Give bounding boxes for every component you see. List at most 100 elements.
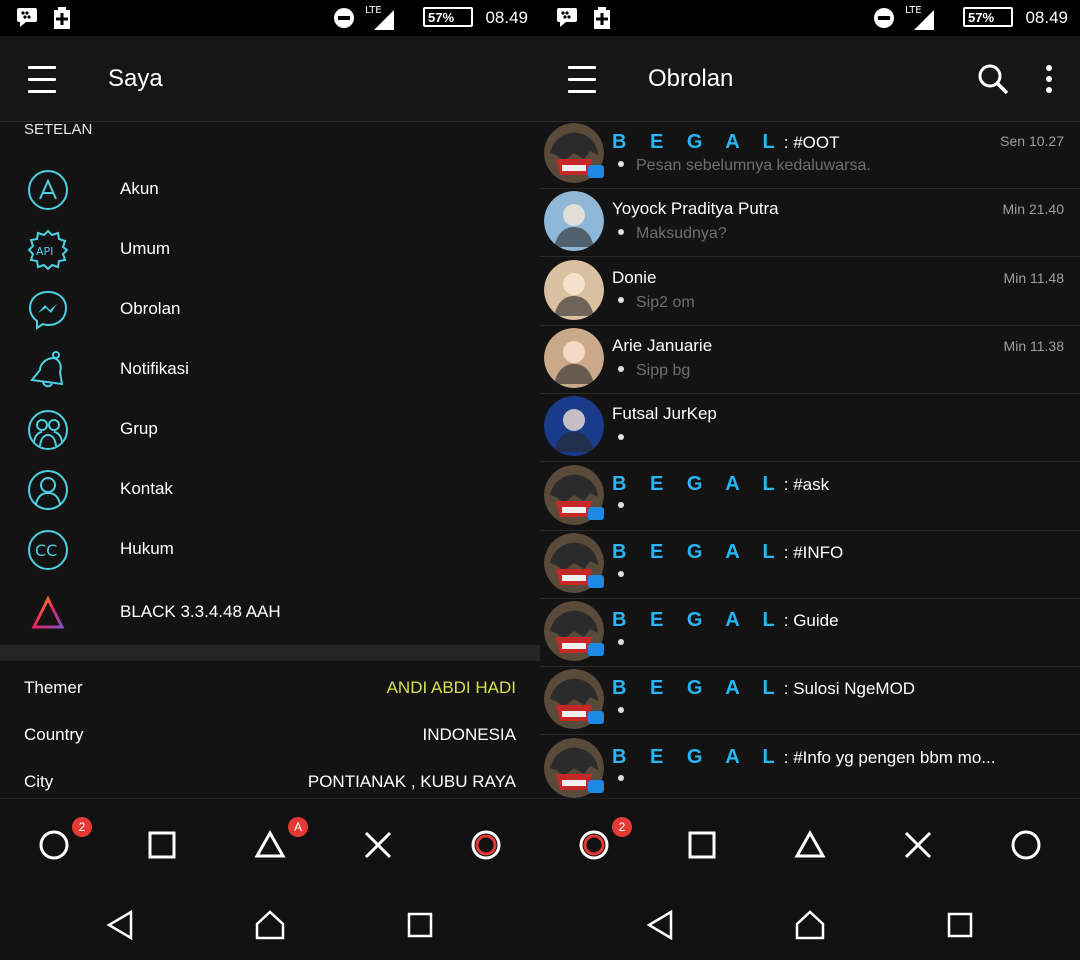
chat-title: : #INFO (783, 542, 844, 562)
home-icon[interactable] (253, 908, 287, 942)
chats-screen: LTE 57% 08.49 Obrolan B E G A L: #OOT Sen… (540, 0, 1080, 960)
search-icon[interactable] (976, 62, 1010, 96)
recents-icon[interactable] (943, 908, 977, 942)
chat-preview: Sip2 om (618, 294, 695, 312)
chat-preview: Maksudnya? (618, 225, 727, 243)
battery-charging-icon (594, 7, 610, 29)
chat-row[interactable]: Futsal JurKep (540, 394, 1080, 463)
preview-text: Pesan sebelumnya kedaluwarsa. (636, 157, 871, 174)
chat-row[interactable]: Arie Januarie Min 11.38 Sipp bg (540, 326, 1080, 394)
chat-preview (618, 567, 636, 585)
tab-circle-icon[interactable] (34, 825, 74, 865)
chat-preview (618, 635, 636, 653)
preview-text: Sipp bg (636, 361, 691, 379)
status-dot (618, 160, 624, 167)
menu-item-kontak[interactable]: Kontak (0, 460, 540, 520)
menu-item-akun[interactable]: Akun (0, 160, 540, 220)
tab-cross-icon[interactable] (358, 825, 398, 865)
menu-icon[interactable] (28, 66, 56, 93)
menu-icon[interactable] (568, 66, 596, 93)
api-gear-icon: API (27, 229, 69, 271)
chat-row[interactable]: B E G A L: #OOT Sen 10.27 Pesan sebelumnya… (540, 121, 1080, 189)
page-title: Obrolan (648, 65, 734, 92)
chat-title: Futsal JurKep (612, 404, 717, 424)
menu-item-obrolan[interactable]: Obrolan (0, 280, 540, 340)
tab-triangle-icon[interactable] (250, 825, 290, 865)
chat-title: : #ask (783, 474, 830, 494)
chat-title: : Guide (783, 611, 839, 631)
chat-title: Yoyock Praditya Putra (612, 199, 779, 219)
menu-item-umum[interactable]: API Umum (0, 220, 540, 280)
bbm-group-icon (588, 643, 604, 657)
preview-text: Maksudnya? (636, 225, 727, 243)
chat-row[interactable]: B E G A L: #INFO (540, 531, 1080, 599)
chat-row[interactable]: B E G A L: Sulosi NgeMOD (540, 667, 1080, 736)
clock: 08.49 (485, 8, 528, 27)
battery-indicator: 57% (963, 7, 1013, 27)
tab-triangle-icon[interactable] (790, 825, 830, 865)
chat-title: : #Info yg pengen bbm mo... (783, 747, 996, 767)
home-icon[interactable] (793, 908, 827, 942)
chat-title: : Sulosi NgeMOD (783, 679, 916, 699)
back-icon[interactable] (643, 908, 677, 942)
bbm-notification-icon (17, 8, 37, 27)
bell-icon (30, 351, 64, 388)
menu-item-hukum[interactable]: CC Hukum (0, 520, 540, 580)
chat-timestamp: Min 11.38 (1003, 337, 1064, 354)
menu-label: Umum (120, 239, 171, 258)
group-prefix: B E G A L (612, 745, 784, 768)
chat-timestamp: Min 11.48 (1003, 269, 1064, 286)
tab-square-icon[interactable] (682, 825, 722, 865)
info-row-themer: Themer ANDI ABDI HADI (0, 666, 540, 712)
chat-name: B E G A L: Sulosi NgeMOD (612, 677, 915, 700)
tab-circle-icon[interactable] (1006, 825, 1046, 865)
chat-row[interactable]: B E G A L: #ask (540, 463, 1080, 531)
chat-timestamp: Min 21.40 (1002, 201, 1064, 218)
menu-item-grup[interactable]: Grup (0, 400, 540, 460)
chat-title: : #OOT (783, 133, 840, 152)
chat-name: Futsal JurKep (612, 404, 717, 424)
status-dot (618, 502, 624, 509)
tab-profile-icon[interactable] (466, 825, 506, 865)
chat-name: Donie (612, 268, 656, 288)
info-key: Country (24, 725, 84, 744)
app-bar: Saya (0, 36, 540, 122)
chat-name: B E G A L: #ask (612, 473, 829, 496)
menu-item-version[interactable]: BLACK 3.3.4.48 AAH (0, 583, 540, 643)
system-nav-bar (0, 890, 540, 960)
info-key: Themer (24, 678, 83, 697)
chat-row[interactable]: Donie Min 11.48 Sip2 om (540, 258, 1080, 326)
chat-row[interactable]: B E G A L: #Info yg pengen bbm mo... (540, 736, 1080, 804)
chat-preview: Pesan sebelumnya kedaluwarsa. (618, 157, 871, 175)
contact-icon (28, 470, 68, 510)
bbm-group-icon (588, 711, 604, 725)
recents-icon[interactable] (403, 908, 437, 942)
chat-row[interactable]: B E G A L: Guide (540, 599, 1080, 668)
status-dot (618, 433, 624, 440)
page-title: Saya (108, 65, 163, 92)
chat-title: Arie Januarie (612, 335, 713, 355)
contact-avatar (544, 327, 604, 388)
account-a-icon (28, 170, 68, 210)
tab-cross-icon[interactable] (898, 825, 938, 865)
menu-label: Akun (120, 179, 159, 198)
menu-item-notifikasi[interactable]: Notifikasi (0, 340, 540, 400)
menu-label: Obrolan (120, 299, 181, 318)
notification-badge: A (288, 817, 308, 837)
menu-label: Kontak (120, 479, 173, 498)
chat-title: Donie (612, 267, 657, 287)
chat-timestamp: Sen 10.27 (1000, 133, 1064, 149)
dnd-icon (334, 8, 354, 28)
tab-chats-icon[interactable] (574, 825, 614, 865)
chat-row[interactable]: Yoyock Praditya Putra Min 21.40 Maksudnya? (540, 189, 1080, 258)
more-options-icon[interactable] (1044, 64, 1054, 94)
back-icon[interactable] (103, 908, 137, 942)
tab-square-icon[interactable] (142, 825, 182, 865)
bbm-group-icon (588, 165, 604, 178)
status-bar: LTE 57% 08.49 (540, 0, 1080, 36)
chat-name: Yoyock Praditya Putra (612, 199, 779, 219)
lte-signal-icon: LTE (905, 5, 934, 30)
section-header: SETELAN (24, 121, 93, 138)
svg-text:CC: CC (35, 541, 57, 560)
group-prefix: B E G A L (612, 131, 784, 153)
